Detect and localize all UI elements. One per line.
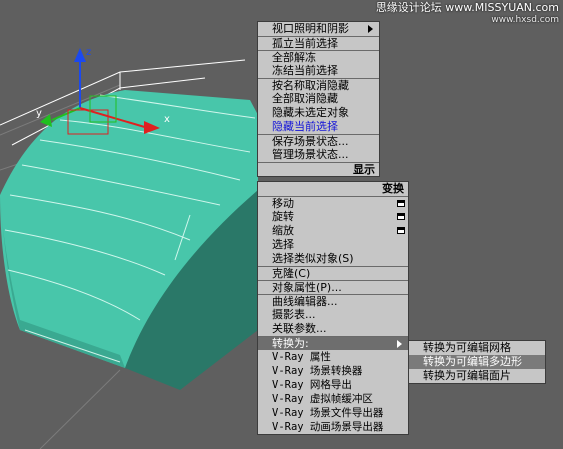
menu-item-label: 按名称取消隐藏	[272, 79, 349, 92]
menu-item-label: 曲线编辑器...	[272, 295, 338, 308]
menu-item-label: 全部解冻	[272, 51, 316, 64]
menu-item-viewport-lighting[interactable]: 视口照明和阴影	[258, 22, 379, 36]
menu-item-label: 视口照明和阴影	[272, 22, 349, 35]
settings-box-icon[interactable]	[397, 200, 405, 207]
menu-item-convert-editable-poly[interactable]: 转换为可编辑多边形	[409, 355, 545, 369]
menu-item-rotate[interactable]: 旋转	[258, 210, 408, 224]
menu-item-unhide-by-name[interactable]: 按名称取消隐藏	[258, 78, 379, 92]
settings-box-icon[interactable]	[397, 227, 405, 234]
quad-header-display: 显示	[258, 162, 379, 176]
menu-item-label: V-Ray 场景转换器	[272, 365, 363, 377]
watermark-line1: 思缘设计论坛 www.MISSYUAN.com	[375, 1, 559, 14]
convert-to-submenu: 转换为可编辑网格 转换为可编辑多边形 转换为可编辑面片	[408, 340, 546, 384]
menu-item-select-similar[interactable]: 选择类似对象(S)	[258, 252, 408, 266]
menu-item-label: 保存场景状态...	[272, 135, 349, 148]
menu-item-label: V-Ray 场景文件导出器	[272, 407, 384, 419]
menu-item-label: 转换为:	[272, 337, 309, 350]
menu-item-manage-scene-states[interactable]: 管理场景状态...	[258, 148, 379, 162]
menu-item-label: 旋转	[272, 210, 294, 223]
gizmo-y-label: y	[36, 108, 42, 119]
gizmo-x-label: x	[164, 114, 170, 125]
menu-item-label: 管理场景状态...	[272, 148, 349, 161]
menu-item-label: 缩放	[272, 224, 294, 237]
menu-item-label: 移动	[272, 197, 294, 210]
menu-item-unhide-all[interactable]: 全部取消隐藏	[258, 92, 379, 106]
menu-item-vray-frame-buffer[interactable]: V-Ray 虚拟帧缓冲区	[258, 392, 408, 406]
watermark: 思缘设计论坛 www.MISSYUAN.com www.hxsd.com	[376, 2, 559, 26]
menu-item-label: 选择类似对象(S)	[272, 252, 354, 265]
menu-item-hide-selection[interactable]: 隐藏当前选择	[258, 120, 379, 134]
menu-item-curve-editor[interactable]: 曲线编辑器...	[258, 294, 408, 308]
menu-item-label: 孤立当前选择	[272, 37, 338, 50]
menu-item-label: 选择	[272, 238, 294, 251]
menu-item-clone[interactable]: 克隆(C)	[258, 266, 408, 280]
menu-item-wire-parameters[interactable]: 关联参数...	[258, 322, 408, 336]
watermark-line2: www.hxsd.com	[491, 15, 559, 25]
menu-item-label: 隐藏当前选择	[272, 120, 338, 133]
menu-item-label: 全部取消隐藏	[272, 92, 338, 105]
menu-item-convert-to[interactable]: 转换为:	[258, 336, 408, 350]
menu-item-label: 转换为可编辑面片	[423, 369, 511, 382]
menu-item-label: 转换为可编辑多边形	[423, 355, 522, 368]
menu-item-label: V-Ray 网格导出	[272, 379, 352, 391]
menu-item-label: 转换为可编辑网格	[423, 341, 511, 354]
menu-item-label: 关联参数...	[272, 322, 327, 335]
menu-item-label: V-Ray 属性	[272, 351, 331, 363]
menu-item-label: 克隆(C)	[272, 267, 311, 280]
quad-menu-display: 视口照明和阴影 孤立当前选择 全部解冻 冻结当前选择 按名称取消隐藏 全部取消隐…	[257, 21, 380, 177]
quad-menu-transform: 变换 移动 旋转 缩放 选择 选择类似对象(S) 克隆(C) 对象属性(P)..…	[257, 181, 409, 435]
menu-item-select[interactable]: 选择	[258, 238, 408, 252]
menu-item-convert-editable-mesh[interactable]: 转换为可编辑网格	[409, 341, 545, 355]
submenu-arrow-icon	[368, 25, 373, 33]
menu-item-vray-scene-exporter[interactable]: V-Ray 场景文件导出器	[258, 406, 408, 420]
menu-item-freeze-selection[interactable]: 冻结当前选择	[258, 64, 379, 78]
quad-header-transform: 变换	[258, 182, 408, 196]
menu-item-vray-mesh-export[interactable]: V-Ray 网格导出	[258, 378, 408, 392]
menu-item-vray-properties[interactable]: V-Ray 属性	[258, 350, 408, 364]
menu-item-hide-unselected[interactable]: 隐藏未选定对象	[258, 106, 379, 120]
gizmo-z-label: z	[86, 47, 91, 58]
menu-item-label: 摄影表...	[272, 308, 316, 321]
menu-item-label: V-Ray 动画场景导出器	[272, 421, 384, 433]
menu-item-dope-sheet[interactable]: 摄影表...	[258, 308, 408, 322]
menu-item-vray-animation-exporter[interactable]: V-Ray 动画场景导出器	[258, 420, 408, 434]
menu-item-scale[interactable]: 缩放	[258, 224, 408, 238]
menu-item-save-scene-state[interactable]: 保存场景状态...	[258, 134, 379, 148]
menu-item-isolate-selection[interactable]: 孤立当前选择	[258, 36, 379, 50]
menu-item-object-properties[interactable]: 对象属性(P)...	[258, 280, 408, 294]
menu-item-label: 隐藏未选定对象	[272, 106, 349, 119]
settings-box-icon[interactable]	[397, 213, 405, 220]
menu-item-unfreeze-all[interactable]: 全部解冻	[258, 50, 379, 64]
menu-item-label: 对象属性(P)...	[272, 281, 342, 294]
menu-item-label: 冻结当前选择	[272, 64, 338, 77]
menu-item-vray-scene-converter[interactable]: V-Ray 场景转换器	[258, 364, 408, 378]
menu-item-move[interactable]: 移动	[258, 196, 408, 210]
submenu-arrow-icon	[397, 340, 402, 348]
menu-item-convert-editable-patch[interactable]: 转换为可编辑面片	[409, 369, 545, 383]
menu-item-label: V-Ray 虚拟帧缓冲区	[272, 393, 373, 405]
